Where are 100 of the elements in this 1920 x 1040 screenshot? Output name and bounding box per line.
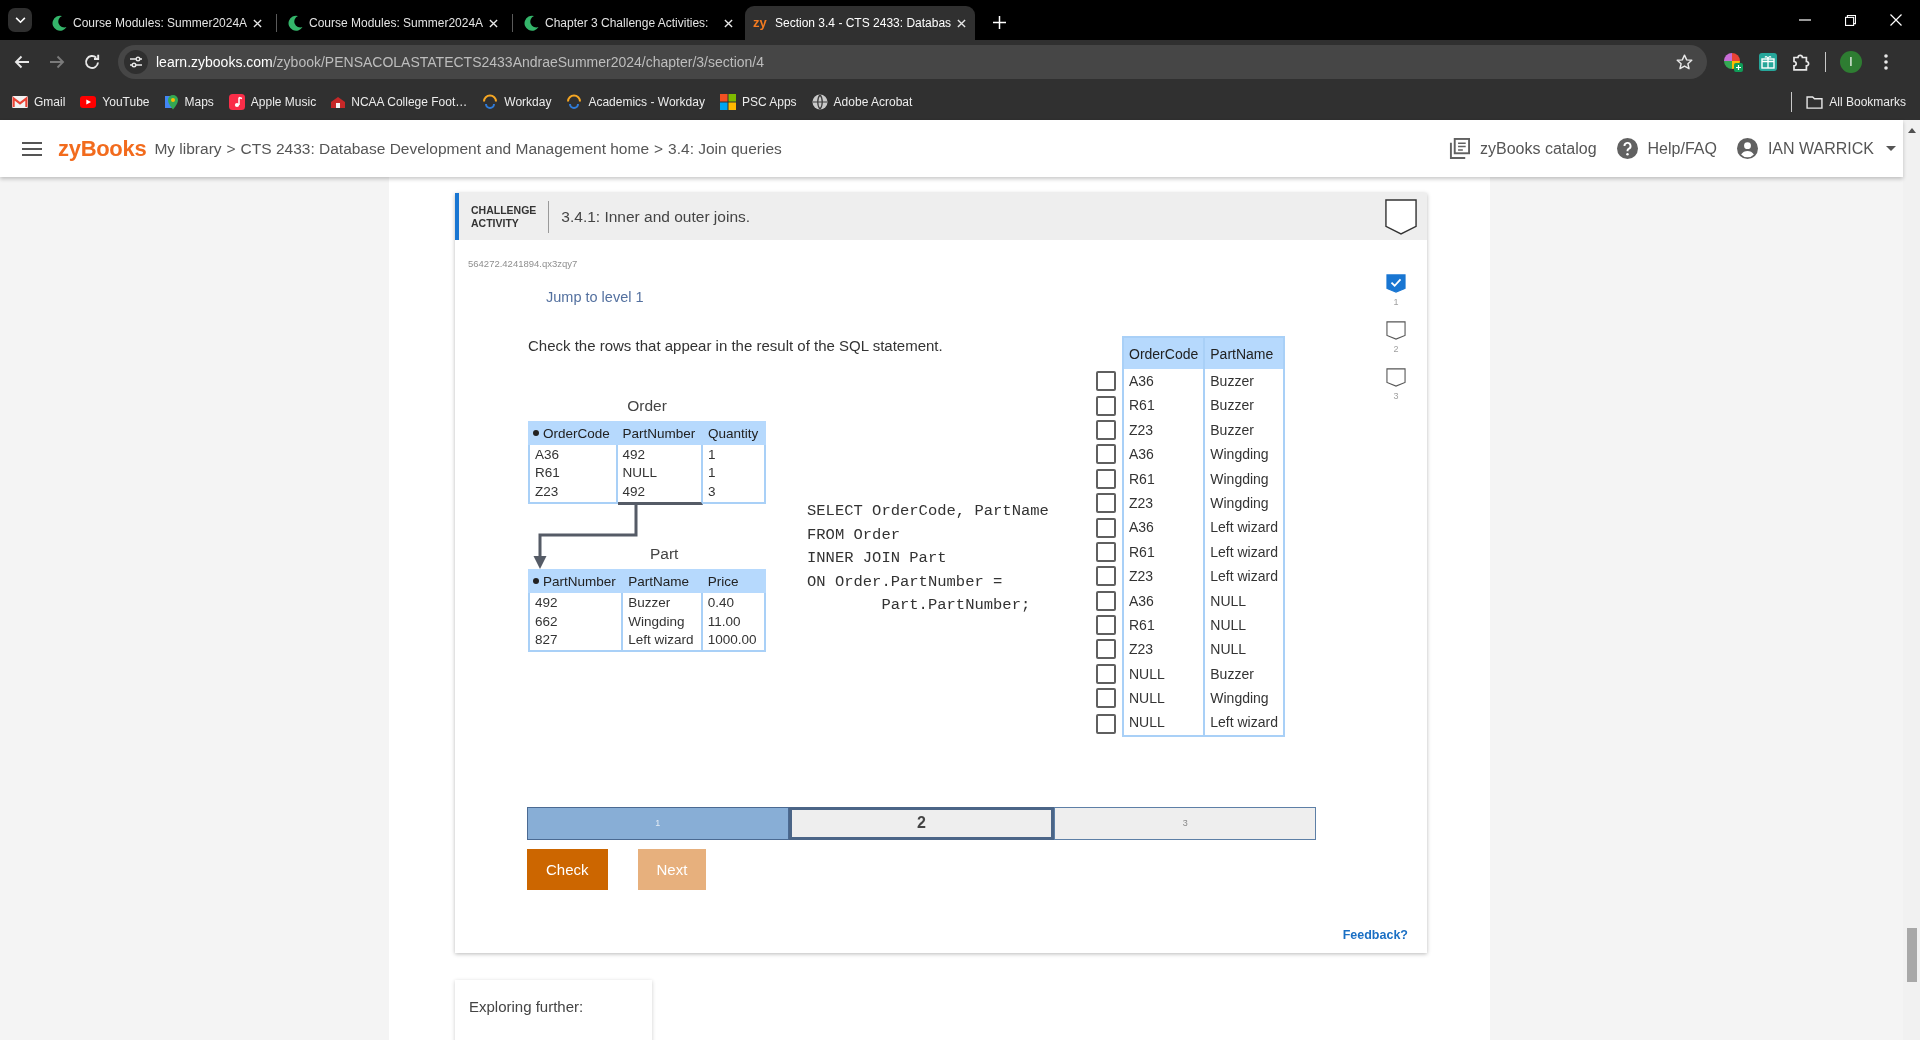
scrollbar-thumb[interactable] <box>1906 928 1917 982</box>
column-name: PartNumber <box>543 573 616 589</box>
table-cell-text: 492 <box>622 446 647 464</box>
table-cell: Wingding <box>1205 442 1285 467</box>
feedback-link[interactable]: Feedback? <box>1342 927 1408 943</box>
plus-icon[interactable] <box>993 16 1006 29</box>
table-cell: A36 <box>1122 588 1206 613</box>
column-name: PartName <box>628 573 689 589</box>
bookmark-link[interactable]: Academics - Workday <box>566 94 705 110</box>
jump-to-level-link[interactable]: Jump to level 1 <box>546 289 644 306</box>
bookmark-link[interactable]: PSC Apps <box>719 94 797 110</box>
checkbox[interactable] <box>1096 639 1116 660</box>
table-cell-text: 0.40 <box>707 594 736 613</box>
address-bar[interactable]: learn.zybooks.com/zybook/PENSACOLASTATECTS2433AndraeSummer2024/chapter/3/section/4 <box>118 45 1707 79</box>
level-number: 3 <box>1393 391 1399 401</box>
breadcrumb-link[interactable]: CTS 2433: Database Development and Management home <box>240 139 650 158</box>
key-dot-icon <box>533 578 539 585</box>
checkbox[interactable] <box>1096 371 1116 392</box>
breadcrumb-link[interactable]: My library <box>154 139 222 158</box>
puzzle-icon[interactable] <box>1793 53 1811 71</box>
code-line: ON Order.PartNumber = <box>807 571 1004 593</box>
checkbox[interactable] <box>1096 395 1116 416</box>
bookmark-link[interactable]: Adobe Acrobat <box>811 94 913 110</box>
checkbox[interactable] <box>1096 713 1116 734</box>
help-icon <box>1616 138 1638 159</box>
table-cell-text: 827 <box>535 631 559 650</box>
table-cell: Z23 <box>1122 637 1206 662</box>
table-cell: Buzzer <box>1205 369 1285 394</box>
shield-icon[interactable] <box>1386 321 1406 340</box>
level-segment[interactable]: 2 <box>788 806 1055 840</box>
color-wheel-icon[interactable] <box>1723 52 1743 72</box>
checkbox[interactable] <box>1096 615 1116 636</box>
gift-icon[interactable] <box>1759 53 1777 71</box>
table-cell: Z23 <box>1122 564 1206 589</box>
back-arrow-icon[interactable] <box>14 55 30 69</box>
nav-link[interactable]: IAN WARRICK <box>1736 138 1896 159</box>
checkbox[interactable] <box>1096 566 1116 587</box>
browser-tab[interactable]: Course Modules: Summer2024A <box>279 6 509 40</box>
table-cell: Buzzer <box>1205 393 1285 418</box>
star-icon[interactable] <box>1676 53 1693 71</box>
browser-tab[interactable]: Course Modules: Summer2024A <box>43 6 273 40</box>
shield-check-icon[interactable] <box>1386 274 1406 293</box>
checkbox[interactable] <box>1096 663 1116 684</box>
scrollbar[interactable] <box>1903 120 1920 1040</box>
arc-icon <box>482 94 499 110</box>
close-icon[interactable] <box>724 18 733 28</box>
play-icon <box>80 96 97 108</box>
table-cell-text: 3 <box>708 482 717 501</box>
table-cell: Wingding <box>1205 490 1285 516</box>
close-icon[interactable] <box>253 18 263 28</box>
browser-tab[interactable]: Chapter 3 Challenge Activities: <box>515 6 745 40</box>
shield-icon[interactable] <box>1386 368 1406 387</box>
tab-search-button[interactable] <box>8 8 32 32</box>
bookmark-link[interactable]: Workday <box>482 94 552 110</box>
restore-icon[interactable] <box>1845 14 1856 26</box>
checkbox[interactable] <box>1096 541 1116 562</box>
table-cell-text: 662 <box>535 612 559 631</box>
reload-icon[interactable] <box>84 54 100 70</box>
menu-icon[interactable] <box>22 141 42 156</box>
arc-icon <box>566 94 583 110</box>
table-cell-text: A36 <box>535 446 561 464</box>
bookmark-link[interactable]: Gmail <box>12 95 66 109</box>
column-name: Quantity <box>708 425 759 441</box>
checkbox[interactable] <box>1096 493 1116 514</box>
checkbox[interactable] <box>1096 688 1116 709</box>
bookmarks-folder[interactable]: All Bookmarks <box>1806 95 1906 109</box>
checkbox[interactable] <box>1096 468 1116 489</box>
bookmark-link[interactable]: NCAA College Foot… <box>331 95 468 109</box>
envelope-icon <box>12 96 28 108</box>
table-cell-text: 492 <box>622 482 647 501</box>
check-button[interactable]: Check <box>527 848 608 890</box>
table-cell: NULL <box>1122 661 1206 687</box>
column-header: PartName <box>1205 336 1285 369</box>
bookmark-link[interactable]: YouTube <box>80 95 150 109</box>
checkbox[interactable] <box>1096 444 1116 465</box>
more-icon[interactable] <box>1884 54 1888 70</box>
column-header: OrderCode <box>1122 336 1206 369</box>
nav-link[interactable]: Help/FAQ <box>1616 138 1717 159</box>
bookmark-link[interactable]: Maps <box>164 94 214 110</box>
table-cell: Z23 <box>1122 417 1206 443</box>
bookmark-link[interactable]: Apple Music <box>228 94 317 110</box>
site-settings-icon[interactable] <box>124 50 148 74</box>
scroll-up-icon[interactable] <box>1907 128 1916 133</box>
browser-tab[interactable]: zy Section 3.4 - CTS 2433: Databas <box>745 6 975 40</box>
table-cell: Buzzer <box>1205 417 1285 443</box>
forward-arrow-icon[interactable] <box>49 55 65 69</box>
table-cell: Z23 <box>1122 490 1206 516</box>
table-cell: NULL <box>1122 710 1206 737</box>
table-caption: Order <box>626 397 668 414</box>
checkbox[interactable] <box>1096 419 1116 440</box>
tab-logo: zy <box>753 15 768 31</box>
nav-link[interactable]: zyBooks catalog <box>1449 138 1597 159</box>
breadcrumb-separator: > <box>654 139 664 158</box>
close-icon[interactable] <box>489 18 499 28</box>
table-cell: Left wizard <box>1205 515 1285 540</box>
crescent-icon <box>287 15 303 31</box>
profile-avatar[interactable]: I <box>1840 51 1862 73</box>
checkbox[interactable] <box>1096 590 1116 611</box>
close-icon[interactable] <box>957 18 967 28</box>
checkbox[interactable] <box>1096 517 1116 538</box>
